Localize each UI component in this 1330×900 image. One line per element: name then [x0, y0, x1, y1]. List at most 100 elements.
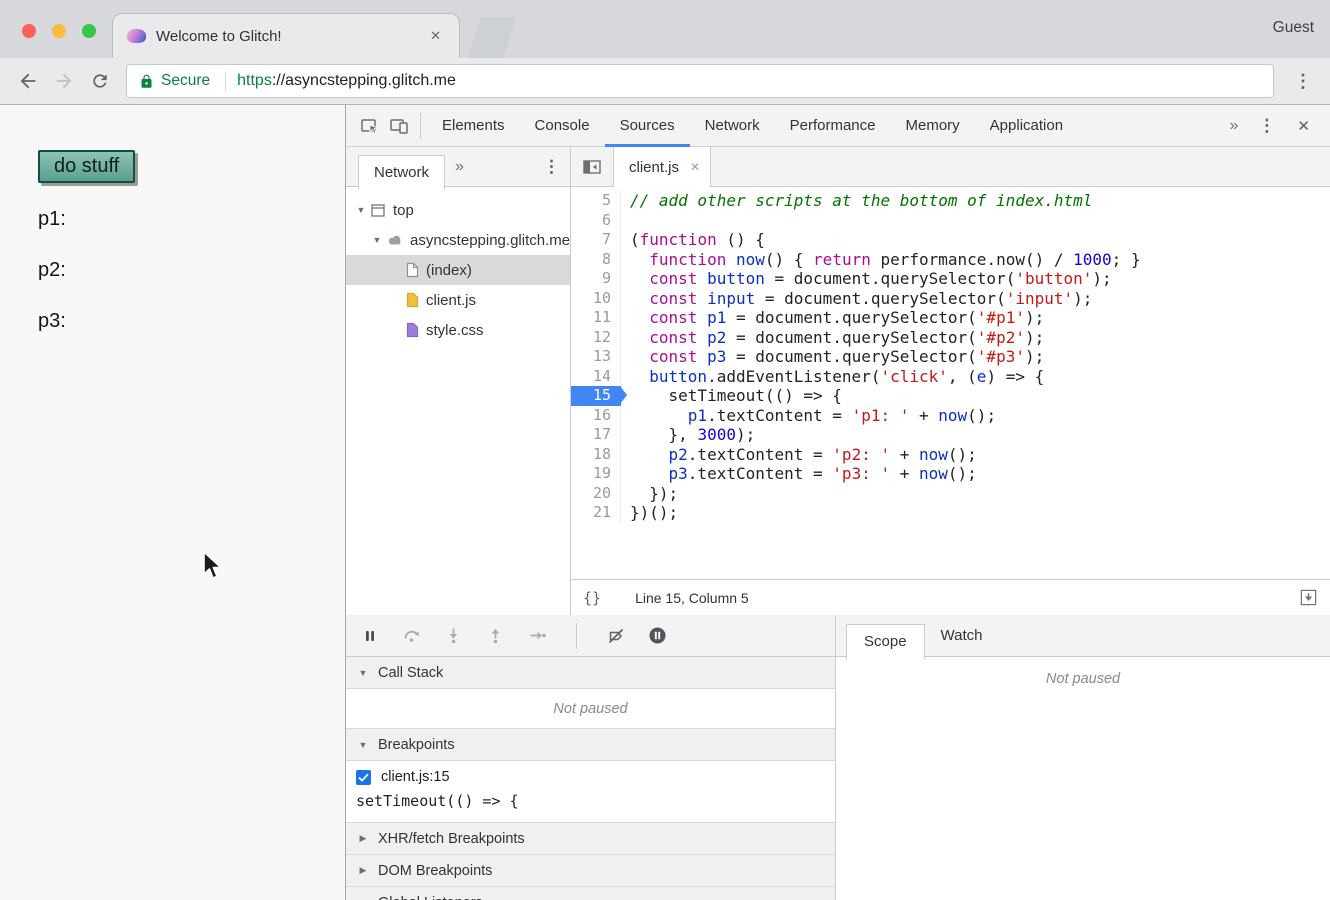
pretty-print-icon[interactable]: {}	[583, 589, 601, 607]
tab-application[interactable]: Application	[975, 105, 1078, 147]
line-number[interactable]: 16	[571, 406, 621, 426]
step-out-icon	[486, 626, 505, 645]
navigator-header: Network » ⋮	[346, 147, 570, 187]
tree-item-clientjs[interactable]: client.js	[346, 285, 570, 315]
line-number[interactable]: 18	[571, 445, 621, 465]
close-window-button[interactable]	[22, 24, 36, 38]
tree-item-stylecss[interactable]: style.css	[346, 315, 570, 345]
tab-elements[interactable]: Elements	[427, 105, 520, 147]
devtools-close-icon[interactable]: ✕	[1285, 117, 1322, 135]
code-line: 19 p3.textContent = 'p3: ' + now();	[571, 464, 1330, 484]
debugger-area: ▼ Call Stack Not paused ▼ Breakpoints	[346, 615, 1330, 900]
step-button[interactable]	[528, 626, 547, 645]
code-line: 20 });	[571, 484, 1330, 504]
code-line: 17 }, 3000);	[571, 425, 1330, 445]
dom-breakpoints-header[interactable]: ▶ DOM Breakpoints	[346, 855, 835, 887]
line-number[interactable]: 10	[571, 289, 621, 309]
breakpoints-title: Breakpoints	[378, 737, 455, 753]
line-number[interactable]: 14	[571, 367, 621, 387]
line-number[interactable]: 11	[571, 308, 621, 328]
toggle-navigator-button[interactable]	[571, 157, 613, 177]
code-line: 6	[571, 211, 1330, 231]
minimize-window-button[interactable]	[52, 24, 66, 38]
navigator-menu-icon[interactable]: ⋮	[533, 157, 570, 177]
xhr-breakpoints-header[interactable]: ▶ XHR/fetch Breakpoints	[346, 823, 835, 855]
back-button[interactable]	[13, 66, 43, 96]
line-number[interactable]: 19	[571, 464, 621, 484]
step-out-button[interactable]	[486, 626, 505, 645]
tab-memory[interactable]: Memory	[891, 105, 975, 147]
browser-menu-icon[interactable]: ⋮	[1286, 71, 1320, 92]
tab-scope[interactable]: Scope	[846, 624, 925, 660]
check-icon	[358, 773, 369, 782]
navigator-more-tabs-icon[interactable]: »	[445, 158, 474, 176]
line-number[interactable]: 12	[571, 328, 621, 348]
url-rest: ://asyncstepping.glitch.me	[272, 72, 456, 89]
tree-item-top[interactable]: ▼ top	[346, 195, 570, 225]
call-stack-header[interactable]: ▼ Call Stack	[346, 657, 835, 689]
breakpoint-code-preview[interactable]: setTimeout(() => {	[356, 792, 825, 810]
address-bar[interactable]: Secure https://asyncstepping.glitch.me	[126, 64, 1274, 98]
collapse-triangle-icon: ▼	[356, 740, 370, 750]
pause-script-button[interactable]	[360, 626, 379, 645]
inspect-element-button[interactable]	[354, 111, 384, 141]
line-number[interactable]: 7	[571, 230, 621, 250]
tree-item-index[interactable]: (index)	[346, 255, 570, 285]
new-tab-button[interactable]	[468, 17, 516, 58]
forward-button[interactable]	[49, 66, 79, 96]
code-area[interactable]: 5// add other scripts at the bottom of i…	[571, 187, 1330, 579]
file-icon	[406, 262, 419, 278]
breakpoint-line-number[interactable]: 15	[571, 386, 621, 406]
line-number[interactable]: 6	[571, 211, 621, 231]
call-stack-title: Call Stack	[378, 665, 443, 681]
lock-icon[interactable]	[139, 74, 154, 89]
deactivate-breakpoints-button[interactable]	[606, 626, 625, 645]
tab-console[interactable]: Console	[520, 105, 605, 147]
breakpoint-checkbox[interactable]	[356, 770, 371, 785]
do-stuff-button[interactable]: do stuff	[38, 150, 135, 183]
breakpoint-entry[interactable]: client.js:15 setTimeout(() => {	[346, 761, 835, 823]
tab-network[interactable]: Network	[690, 105, 775, 147]
profile-label[interactable]: Guest	[1273, 19, 1314, 37]
tab-watch[interactable]: Watch	[925, 627, 999, 644]
pause-on-exceptions-button[interactable]	[648, 626, 667, 645]
collapse-triangle-icon[interactable]: ▼	[370, 235, 384, 245]
more-tabs-icon[interactable]: »	[1220, 117, 1249, 135]
line-number[interactable]: 13	[571, 347, 621, 367]
line-number[interactable]: 20	[571, 484, 621, 504]
editor-tab-close-icon[interactable]: ✕	[690, 160, 700, 174]
breakpoint-location-label[interactable]: client.js:15	[381, 769, 450, 785]
line-number[interactable]: 21	[571, 503, 621, 523]
mouse-cursor	[202, 551, 224, 586]
css-file-icon	[406, 322, 419, 338]
p2-text: p2:	[38, 259, 66, 282]
step-over-button[interactable]	[402, 626, 421, 645]
zoom-window-button[interactable]	[82, 24, 96, 38]
tree-label-clientjs: client.js	[426, 292, 476, 309]
dom-breakpoints-title: DOM Breakpoints	[378, 863, 492, 879]
step-icon	[528, 626, 547, 645]
line-number[interactable]: 17	[571, 425, 621, 445]
devtools-menu-icon[interactable]: ⋮	[1248, 116, 1285, 136]
line-number[interactable]: 9	[571, 269, 621, 289]
navigator-tab-network[interactable]: Network	[358, 155, 445, 190]
device-toolbar-button[interactable]	[384, 111, 414, 141]
collapse-triangle-icon[interactable]: ▼	[354, 205, 368, 215]
tab-sources[interactable]: Sources	[605, 105, 690, 147]
tree-item-origin[interactable]: ▼ asyncstepping.glitch.me	[346, 225, 570, 255]
global-listeners-header[interactable]: ▶ Global Listeners	[346, 887, 835, 900]
debugger-sidebar: ▼ Call Stack Not paused ▼ Breakpoints	[346, 615, 836, 900]
step-into-button[interactable]	[444, 626, 463, 645]
editor-tab-clientjs[interactable]: client.js ✕	[613, 147, 711, 187]
line-number[interactable]: 5	[571, 191, 621, 211]
tab-close-icon[interactable]: ✕	[426, 26, 445, 46]
tab-performance[interactable]: Performance	[775, 105, 891, 147]
tree-label-top: top	[393, 202, 414, 219]
browser-tab[interactable]: Welcome to Glitch! ✕	[112, 13, 460, 58]
sources-panel: Network » ⋮ ▼ top ▼	[346, 147, 1330, 615]
expand-drawer-button[interactable]	[1299, 588, 1318, 607]
editor-status-bar: {} Line 15, Column 5	[571, 579, 1330, 615]
breakpoints-header[interactable]: ▼ Breakpoints	[346, 729, 835, 761]
line-number[interactable]: 8	[571, 250, 621, 270]
reload-button[interactable]	[85, 66, 115, 96]
